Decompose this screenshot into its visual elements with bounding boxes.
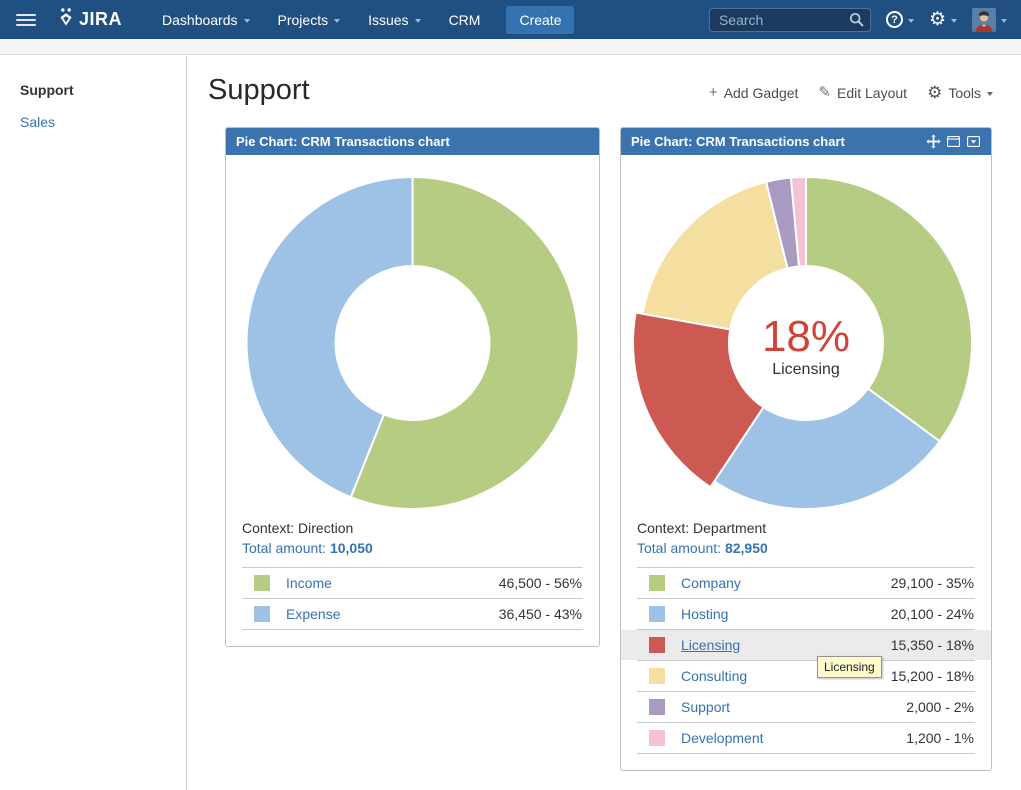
licensing-tooltip: Licensing: [817, 656, 882, 678]
legend-value: 2,000 - 2%: [906, 699, 974, 715]
pie-chart-gadget-direction: Pie Chart: CRM Transactions chart Contex…: [225, 127, 600, 647]
chart-context: Context: Department: [637, 518, 975, 538]
dashboard-toolbar: + Add Gadget ✎ Edit Layout ⚙ Tools: [709, 84, 993, 101]
legend-label-link[interactable]: Income: [286, 575, 332, 591]
navbar-right: ? ⚙: [709, 8, 1007, 32]
chart-total: Total amount: 10,050: [242, 538, 583, 558]
jira-logo-icon: [56, 7, 79, 32]
search-input[interactable]: [709, 8, 871, 32]
legend-swatch: [649, 668, 665, 684]
tools-menu-button[interactable]: ⚙ Tools: [927, 84, 993, 101]
jira-logo[interactable]: JIRA: [56, 7, 122, 32]
legend-value: 15,200 - 18%: [891, 668, 974, 684]
legend-label-link[interactable]: Hosting: [681, 606, 728, 622]
chart-legend: Company 29,100 - 35% Hosting 20,100 - 24% Li…: [621, 567, 991, 770]
pie-slice-company[interactable]: [806, 177, 972, 441]
add-gadget-button[interactable]: + Add Gadget: [709, 85, 799, 101]
legend-value: 29,100 - 35%: [891, 575, 974, 591]
legend-value: 1,200 - 1%: [906, 730, 974, 746]
legend-swatch: [649, 575, 665, 591]
sidebar-item-support[interactable]: Support: [20, 82, 186, 98]
gadget-title: Pie Chart: CRM Transactions chart: [236, 134, 450, 149]
chevron-down-icon: [908, 19, 914, 23]
chevron-down-icon: [334, 19, 340, 23]
gadget-title: Pie Chart: CRM Transactions chart: [631, 134, 845, 149]
help-icon: ?: [886, 11, 903, 28]
legend-label-link[interactable]: Company: [681, 575, 741, 591]
nav-item-crm[interactable]: CRM: [435, 12, 495, 28]
total-amount-value: 82,950: [725, 540, 768, 556]
gear-icon: ⚙: [927, 84, 942, 101]
legend-label-link[interactable]: Consulting: [681, 668, 747, 684]
search-icon[interactable]: [849, 12, 864, 32]
legend-row-company[interactable]: Company 29,100 - 35%: [621, 568, 991, 598]
chart-total: Total amount: 82,950: [637, 538, 975, 558]
legend-separator: [242, 629, 583, 630]
legend-swatch: [254, 606, 270, 622]
legend-label-link[interactable]: Expense: [286, 606, 340, 622]
gear-icon: ⚙: [929, 10, 946, 29]
move-icon[interactable]: [926, 134, 941, 149]
legend-label-link[interactable]: Support: [681, 699, 730, 715]
page-title: Support: [208, 74, 310, 107]
legend-row-development[interactable]: Development 1,200 - 1%: [621, 723, 991, 753]
nav-item-projects[interactable]: Projects: [264, 12, 355, 28]
legend-separator: [637, 753, 975, 754]
chart-context: Context: Direction: [242, 518, 583, 538]
nav-item-issues[interactable]: Issues: [354, 12, 434, 28]
donut-chart-department: 18%Licensing: [621, 155, 991, 511]
legend-row-income[interactable]: Income 46,500 - 56%: [226, 568, 599, 598]
pie-slice-consulting[interactable]: [643, 182, 788, 330]
user-profile-menu[interactable]: [972, 8, 1007, 32]
gadget-header[interactable]: Pie Chart: CRM Transactions chart: [621, 128, 991, 155]
center-slice-name-label: Licensing: [772, 361, 840, 378]
chevron-down-icon: [415, 19, 421, 23]
chevron-down-icon: [951, 19, 957, 23]
plus-icon: +: [709, 85, 718, 100]
sidebar-item-sales[interactable]: Sales: [20, 114, 186, 130]
admin-settings-menu[interactable]: ⚙: [929, 10, 957, 29]
legend-swatch: [649, 637, 665, 653]
legend-swatch: [254, 575, 270, 591]
search-box: [709, 8, 871, 32]
nav-item-dashboards[interactable]: Dashboards: [148, 12, 264, 28]
jira-logo-text: JIRA: [79, 9, 122, 30]
header-divider-strip: [0, 39, 1021, 55]
legend-row-expense[interactable]: Expense 36,450 - 43%: [226, 599, 599, 629]
legend-value: 46,500 - 56%: [499, 575, 582, 591]
user-avatar: [972, 8, 996, 32]
donut-chart-direction: [226, 155, 599, 511]
pencil-icon: ✎: [818, 85, 831, 100]
gadget-menu-dropdown-icon[interactable]: [966, 134, 981, 149]
main-menu: Dashboards Projects Issues CRM: [148, 12, 494, 28]
legend-value: 36,450 - 43%: [499, 606, 582, 622]
center-percent-label: 18%: [762, 312, 850, 361]
legend-row-support[interactable]: Support 2,000 - 2%: [621, 692, 991, 722]
chart-legend: Income 46,500 - 56% Expense 36,450 - 43%: [226, 567, 599, 646]
create-button[interactable]: Create: [506, 6, 574, 34]
chevron-down-icon: [987, 92, 993, 96]
chevron-down-icon: [244, 19, 250, 23]
dashboard-sidebar: Support Sales: [0, 56, 187, 790]
legend-value: 20,100 - 24%: [891, 606, 974, 622]
legend-label-link[interactable]: Licensing: [681, 637, 740, 653]
edit-layout-button[interactable]: ✎ Edit Layout: [818, 85, 907, 101]
legend-row-licensing[interactable]: Licensing 15,350 - 18%: [621, 630, 991, 660]
legend-label-link[interactable]: Development: [681, 730, 764, 746]
maximize-icon[interactable]: [946, 134, 961, 149]
pie-chart-gadget-department: Pie Chart: CRM Transactions chart 18%Lic…: [620, 127, 992, 771]
gadget-header[interactable]: Pie Chart: CRM Transactions chart: [226, 128, 599, 155]
legend-swatch: [649, 606, 665, 622]
total-amount-value: 10,050: [330, 540, 373, 556]
chevron-down-icon: [1001, 19, 1007, 23]
top-navbar: JIRA Dashboards Projects Issues CRM Crea…: [0, 0, 1021, 39]
legend-swatch: [649, 699, 665, 715]
legend-value: 15,350 - 18%: [891, 637, 974, 653]
legend-row-consulting[interactable]: Consulting 15,200 - 18%: [621, 661, 991, 691]
legend-row-hosting[interactable]: Hosting 20,100 - 24%: [621, 599, 991, 629]
hamburger-menu-icon[interactable]: [16, 14, 36, 26]
legend-swatch: [649, 730, 665, 746]
help-menu[interactable]: ?: [886, 11, 914, 28]
